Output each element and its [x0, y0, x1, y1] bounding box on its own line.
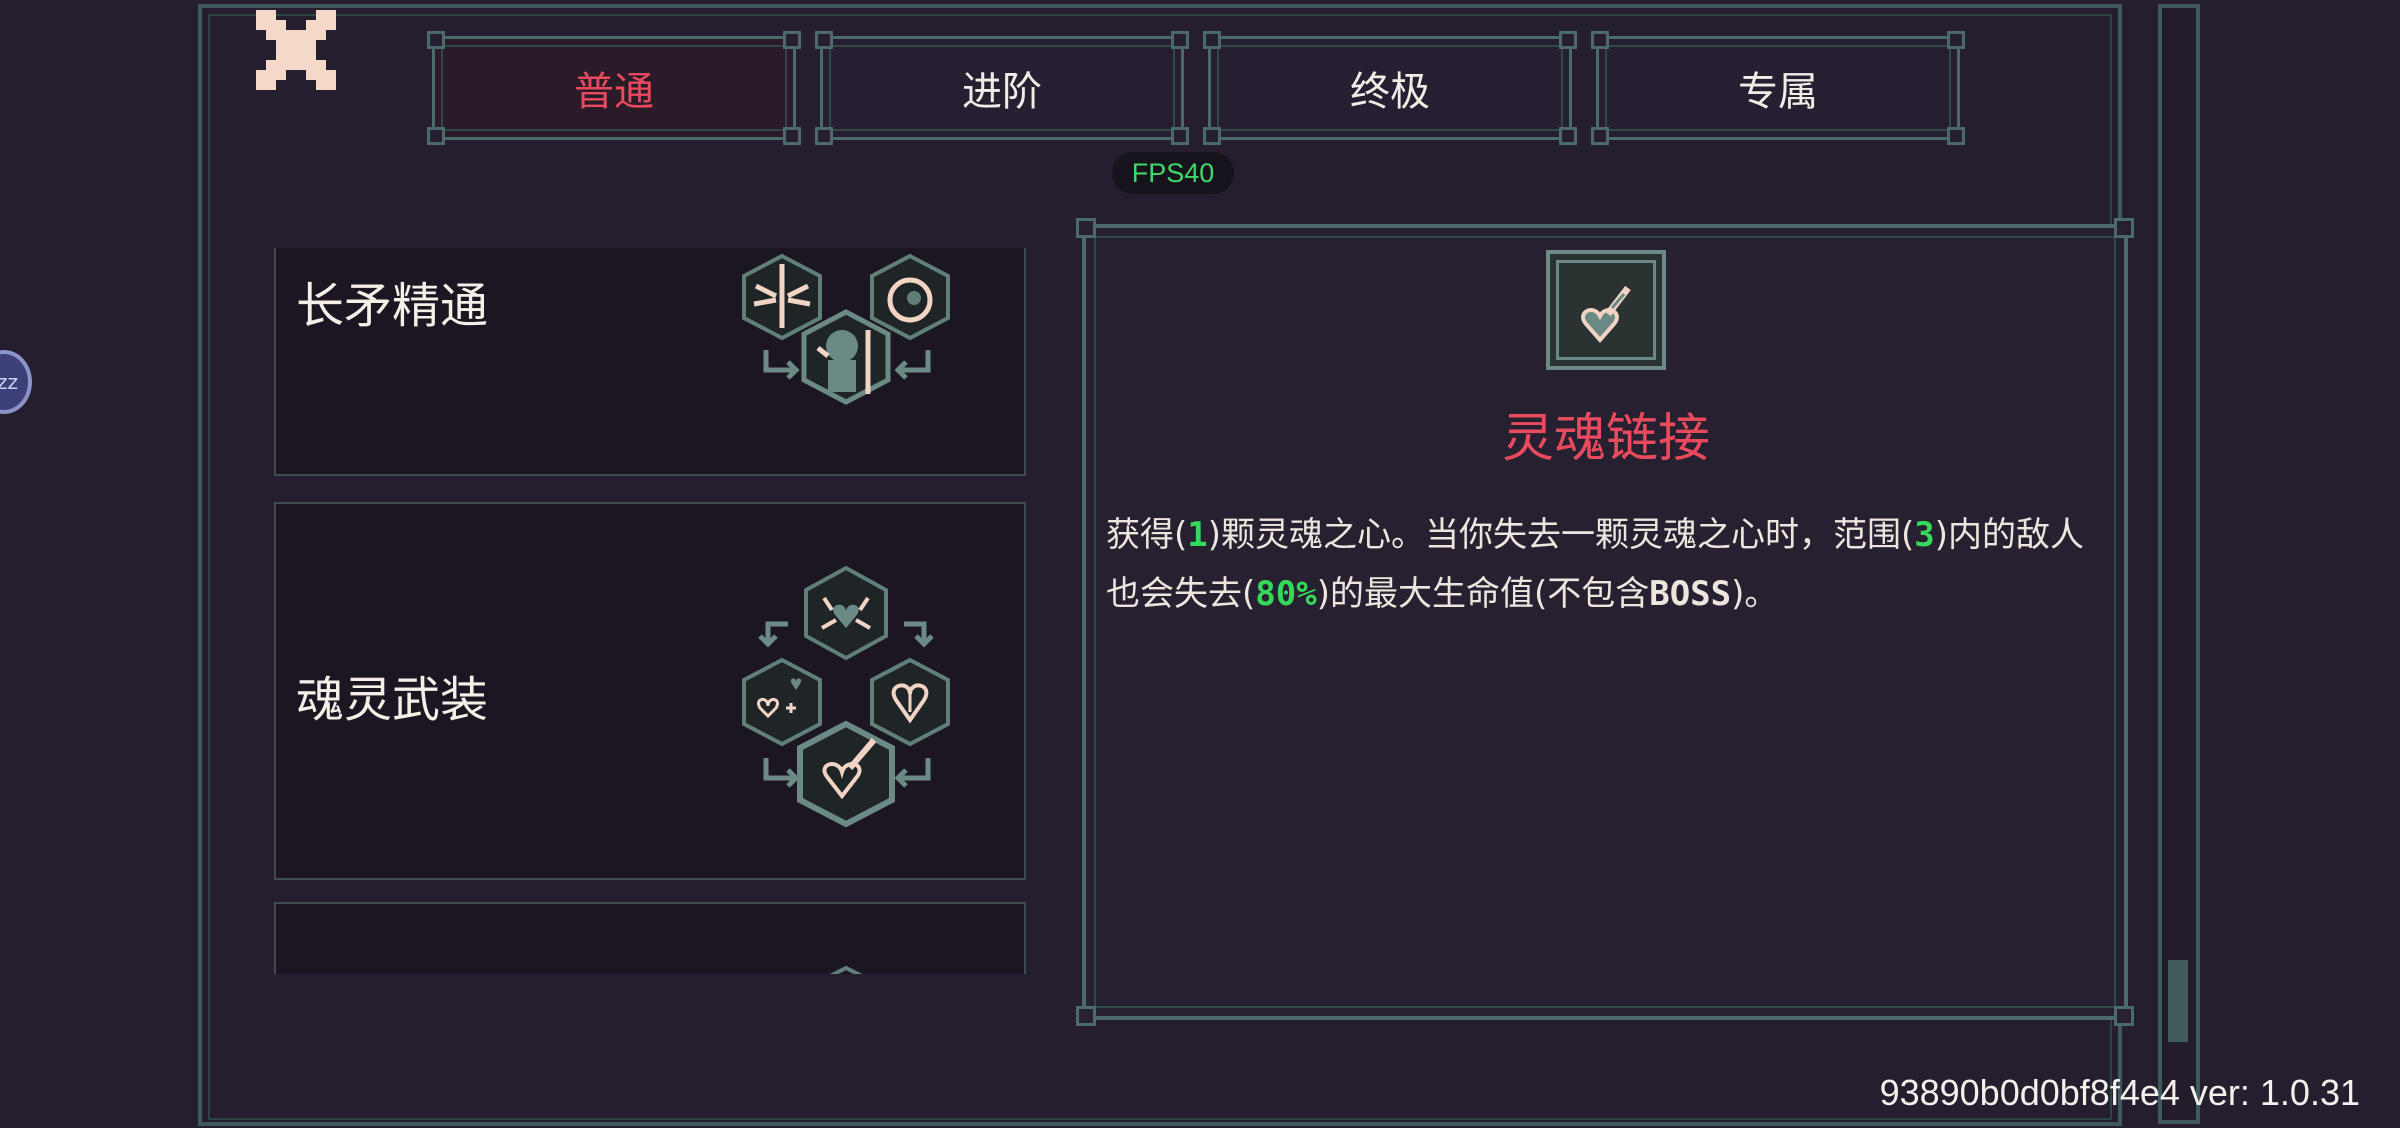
version-label: 93890b0d0bf8f4e4 ver: 1.0.31 — [1879, 1072, 2360, 1113]
skill-tree-graphic — [742, 565, 950, 828]
horned-spirit-icon — [870, 253, 950, 341]
scrollbar-thumb[interactable] — [2168, 960, 2188, 1042]
close-button[interactable] — [256, 10, 336, 90]
arrow-left-icon — [894, 350, 931, 380]
floating-sleep-bubble[interactable]: zz — [0, 350, 32, 414]
fps-counter: FPS40 — [1112, 152, 1234, 194]
heart-sparkles-icon — [742, 657, 822, 747]
skill-name: 灵魂链接 — [1501, 409, 1710, 469]
tab-ultimate[interactable]: 终极 — [1203, 31, 1577, 145]
selected-skill-icon — [1546, 250, 1666, 370]
tab-normal-label: 普通 — [574, 69, 654, 115]
tab-advanced[interactable]: 进阶 — [815, 31, 1189, 145]
skill-card-title: 魂灵武装 — [296, 672, 489, 728]
skill-card-spear-mastery[interactable]: 长矛精通 — [274, 248, 1026, 476]
heart-key-icon — [1581, 285, 1631, 344]
skill-card-title: 长矛精通 — [296, 278, 489, 334]
broken-heart-icon — [870, 657, 950, 747]
skill-list[interactable]: 长矛精通 魂灵武装 — [270, 248, 1030, 974]
skill-description: 获得(1)颗灵魂之心。当你失去一颗灵魂之心时，范围(3)内的敌人也会失去(80%… — [1106, 515, 2085, 614]
arrow-left-icon — [894, 758, 931, 788]
close-icon — [256, 10, 336, 90]
spear-knight-icon — [801, 309, 891, 405]
scrollbar-track[interactable] — [2158, 4, 2200, 1124]
skill-tree-graphic — [829, 965, 863, 974]
spear-wings-icon — [742, 253, 822, 341]
skill-card-soul-armament[interactable]: 魂灵武装 — [274, 502, 1026, 880]
skill-tree-graphic — [742, 253, 950, 405]
tab-exclusive[interactable]: 专属 — [1591, 31, 1965, 145]
tab-advanced-label: 进阶 — [962, 69, 1042, 115]
tab-normal[interactable]: 普通 — [427, 31, 801, 145]
tab-ultimate-label: 终极 — [1350, 69, 1430, 115]
arrow-right-icon — [904, 621, 934, 648]
heart-spider-icon — [804, 565, 888, 661]
skill-card[interactable] — [274, 902, 1026, 974]
arrow-right-icon — [763, 350, 800, 380]
arrow-right-icon — [763, 758, 800, 788]
soul-link-heart-icon — [797, 720, 895, 828]
arrow-left-icon — [758, 621, 788, 648]
tab-exclusive-label: 专属 — [1738, 69, 1818, 115]
